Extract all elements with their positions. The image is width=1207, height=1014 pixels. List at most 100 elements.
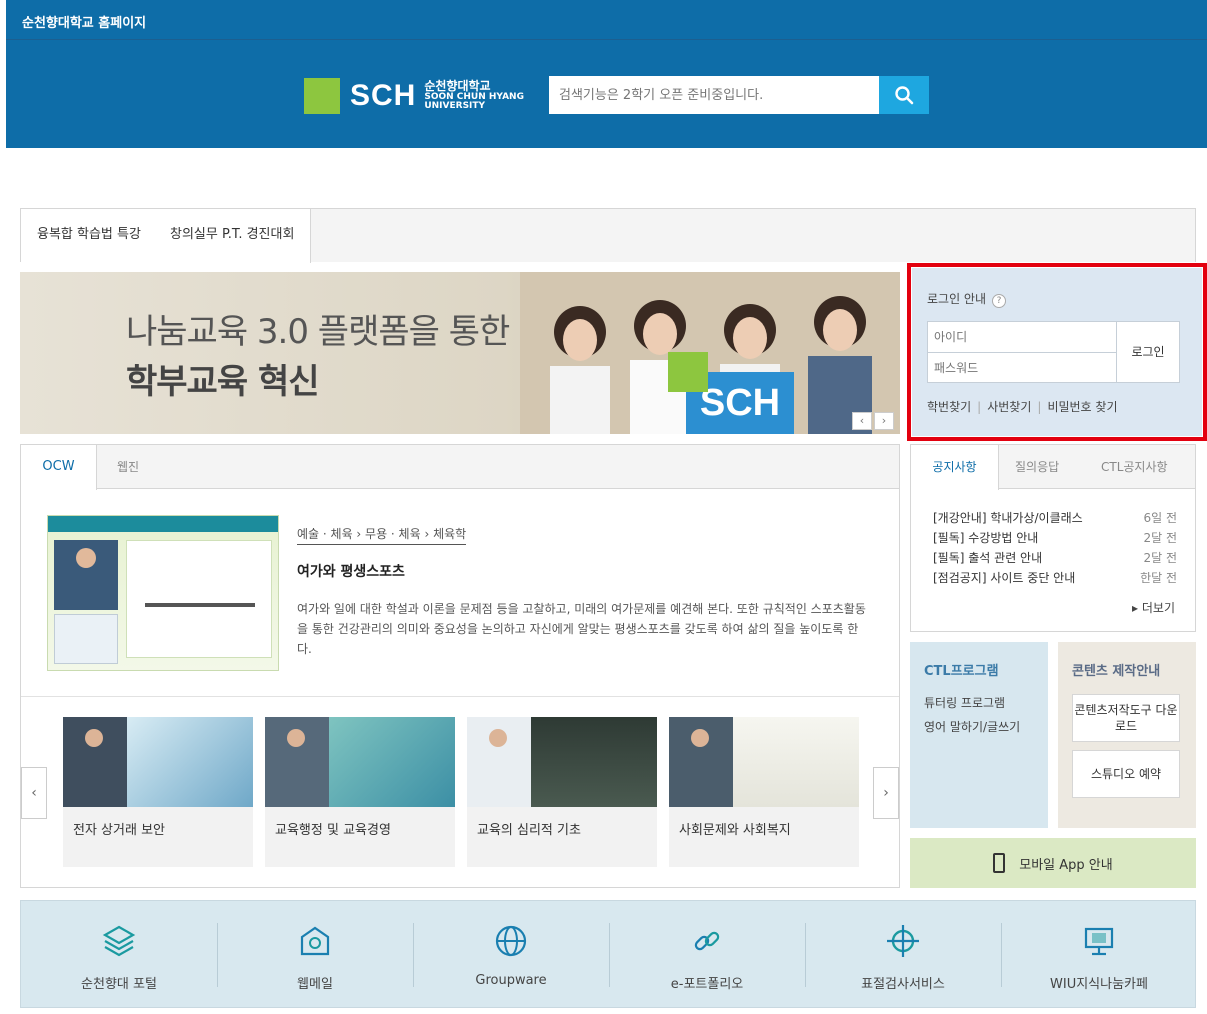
logo-mark — [304, 78, 340, 114]
tab-ctl-notice[interactable]: CTL공지사항 — [1101, 445, 1168, 489]
carousel-prev-button[interactable]: ‹ — [21, 767, 47, 819]
login-title: 로그인 안내 — [927, 292, 987, 306]
more-link[interactable]: ▸ 더보기 — [1132, 599, 1175, 616]
tab-qna[interactable]: 질의응답 — [1015, 445, 1059, 489]
notice-date: 한달 전 — [1140, 571, 1177, 585]
layers-icon — [102, 925, 136, 957]
wiu-cafe-link[interactable]: WIU지식나눔카페 — [1001, 901, 1197, 1009]
ctl-title[interactable]: CTL프로그램 — [924, 660, 999, 679]
monitor-icon — [1084, 927, 1114, 956]
portal-link[interactable]: 순천향대 포털 — [21, 901, 217, 1009]
content-production-title: 콘텐츠 제작안내 — [1072, 664, 1161, 679]
quick-links: 순천향대 포털 웹메일 Groupware e-포트폴리오 표절검사서비스 WI… — [20, 900, 1196, 1008]
mobile-app-label: 모바일 App 안내 — [1019, 857, 1113, 873]
notice-date: 6일 전 — [1143, 511, 1177, 525]
top-bar: 순천향대학교 홈페이지 — [6, 0, 1207, 40]
course-title: 교육의 심리적 기초 — [477, 823, 581, 838]
globe-icon — [495, 925, 527, 957]
plagiarism-check-link[interactable]: 표절검사서비스 — [805, 901, 1001, 1009]
crosshair-icon — [887, 925, 919, 957]
tab-notice[interactable]: 공지사항 — [911, 445, 999, 490]
tab-webzine[interactable]: 웹진 — [117, 445, 139, 489]
tab-ocw[interactable]: OCW — [21, 445, 97, 490]
find-password-link[interactable]: 비밀번호 찾기 — [1047, 400, 1117, 414]
course-thumbnail — [265, 717, 455, 807]
notice-item[interactable]: [개강안내] 학내가상/이클래스 6일 전 — [933, 509, 1177, 529]
mail-icon — [300, 926, 330, 956]
login-title-row: 로그인 안내? — [927, 290, 1007, 308]
wiu-cafe-label: WIU지식나눔카페 — [1050, 977, 1148, 992]
find-staff-id-link[interactable]: 사번찾기 — [987, 400, 1031, 414]
tutoring-program-link[interactable]: 튜터링 프로그램 — [924, 694, 1005, 711]
ocw-tabs: OCW 웹진 — [21, 445, 899, 490]
course-card[interactable]: 전자 상거래 보안 — [63, 717, 253, 867]
carousel-next-button[interactable]: › — [873, 767, 899, 819]
password-input[interactable] — [928, 352, 1116, 382]
id-input[interactable] — [928, 322, 1116, 352]
notice-title[interactable]: [개강안내] 학내가상/이클래스 — [933, 511, 1083, 525]
course-thumbnail — [669, 717, 859, 807]
notice-date: 2달 전 — [1143, 551, 1177, 565]
notice-item[interactable]: [필독] 출석 관련 안내 2달 전 — [933, 549, 1177, 569]
divider — [21, 696, 899, 697]
login-help-links: 학번찾기 | 사번찾기 | 비밀번호 찾기 — [927, 398, 1118, 415]
notice-title[interactable]: [필독] 출석 관련 안내 — [933, 551, 1042, 565]
find-student-id-link[interactable]: 학번찾기 — [927, 400, 971, 414]
login-panel: 로그인 안내? 로그인 학번찾기 | 사번찾기 | 비밀번호 찾기 — [912, 268, 1202, 436]
e-portfolio-label: e-포트폴리오 — [670, 977, 744, 992]
main-banner[interactable]: 나눔교육 3.0 플랫폼을 통한 학부교육 혁신 SCH ‹ › — [20, 272, 900, 434]
notice-title[interactable]: [필독] 수강방법 안내 — [933, 531, 1038, 545]
banner-headline: 나눔교육 3.0 플랫폼을 통한 — [126, 312, 510, 352]
portal-label: 순천향대 포털 — [81, 977, 157, 992]
mobile-app-button[interactable]: 모바일 App 안내 — [910, 838, 1196, 888]
e-portfolio-link[interactable]: e-포트폴리오 — [609, 901, 805, 1009]
login-fields — [927, 321, 1117, 383]
webmail-link[interactable]: 웹메일 — [217, 901, 413, 1009]
ocw-panel: OCW 웹진 예술 · 체육 › 무용 · 체육 › 체육학 여가와 평생스포츠… — [20, 444, 900, 888]
english-writing-link[interactable]: 영어 말하기/글쓰기 — [924, 718, 1020, 735]
logo-text: 순천향대학교 SOON CHUN HYANG UNIVERSITY — [424, 80, 524, 111]
university-logo[interactable]: SCH 순천향대학교 SOON CHUN HYANG UNIVERSITY — [304, 78, 524, 114]
course-card[interactable]: 교육행정 및 교육경영 — [265, 717, 455, 867]
featured-category[interactable]: 예술 · 체육 › 무용 · 체육 › 체육학 — [297, 525, 467, 545]
notice-title[interactable]: [점검공지] 사이트 중단 안내 — [933, 571, 1075, 585]
search-button[interactable] — [879, 76, 929, 114]
course-card[interactable]: 사회문제와 사회복지 — [669, 717, 859, 867]
tab-pt-contest[interactable]: 창의실무 P.T. 경진대회 — [154, 209, 312, 263]
notice-date: 2달 전 — [1143, 531, 1177, 545]
course-title: 전자 상거래 보안 — [73, 823, 165, 838]
banner-sch-card: SCH — [668, 352, 794, 434]
course-thumbnail — [63, 717, 253, 807]
link-separator: | — [977, 400, 982, 414]
logo-sch: SCH — [350, 79, 417, 112]
notice-item[interactable]: [점검공지] 사이트 중단 안내 한달 전 — [933, 569, 1177, 589]
link-separator: | — [1037, 400, 1042, 414]
course-card[interactable]: 교육의 심리적 기초 — [467, 717, 657, 867]
search-input[interactable] — [549, 76, 877, 114]
plagiarism-check-label: 표절검사서비스 — [861, 977, 945, 992]
login-button[interactable]: 로그인 — [1116, 321, 1180, 383]
notice-list: [개강안내] 학내가상/이클래스 6일 전 [필독] 수강방법 안내 2달 전 [필… — [933, 509, 1177, 589]
top-tabs: 융복합 학습법 특강 창의실무 P.T. 경진대회 — [20, 208, 1196, 263]
notice-panel: 공지사항 질의응답 CTL공지사항 [개강안내] 학내가상/이클래스 6일 전 [… — [910, 444, 1196, 632]
course-title: 교육행정 및 교육경영 — [275, 823, 391, 838]
help-icon[interactable]: ? — [992, 294, 1007, 308]
featured-thumbnail[interactable] — [47, 515, 279, 671]
search-box — [549, 76, 929, 114]
link-icon — [694, 931, 720, 951]
notice-tabs: 공지사항 질의응답 CTL공지사항 — [911, 445, 1195, 490]
ctl-program-box: CTL프로그램 튜터링 프로그램 영어 말하기/글쓰기 — [910, 642, 1048, 828]
banner-next-button[interactable]: › — [874, 412, 894, 430]
logo-name-ko: 순천향대학교 — [424, 79, 491, 94]
authoring-tool-download-button[interactable]: 콘텐츠저작도구 다운로드 — [1072, 694, 1180, 742]
groupware-label: Groupware — [475, 973, 547, 988]
banner-prev-button[interactable]: ‹ — [852, 412, 872, 430]
mobile-phone-icon — [993, 853, 1006, 873]
notice-item[interactable]: [필독] 수강방법 안내 2달 전 — [933, 529, 1177, 549]
featured-title[interactable]: 여가와 평생스포츠 — [297, 561, 405, 581]
tab-convergence-lecture[interactable]: 융복합 학습법 특강 — [21, 209, 158, 263]
studio-reservation-button[interactable]: 스튜디오 예약 — [1072, 750, 1180, 798]
banner-subheadline: 학부교육 혁신 — [126, 362, 320, 402]
site-title[interactable]: 순천향대학교 홈페이지 — [22, 12, 146, 31]
groupware-link[interactable]: Groupware — [413, 901, 609, 1009]
